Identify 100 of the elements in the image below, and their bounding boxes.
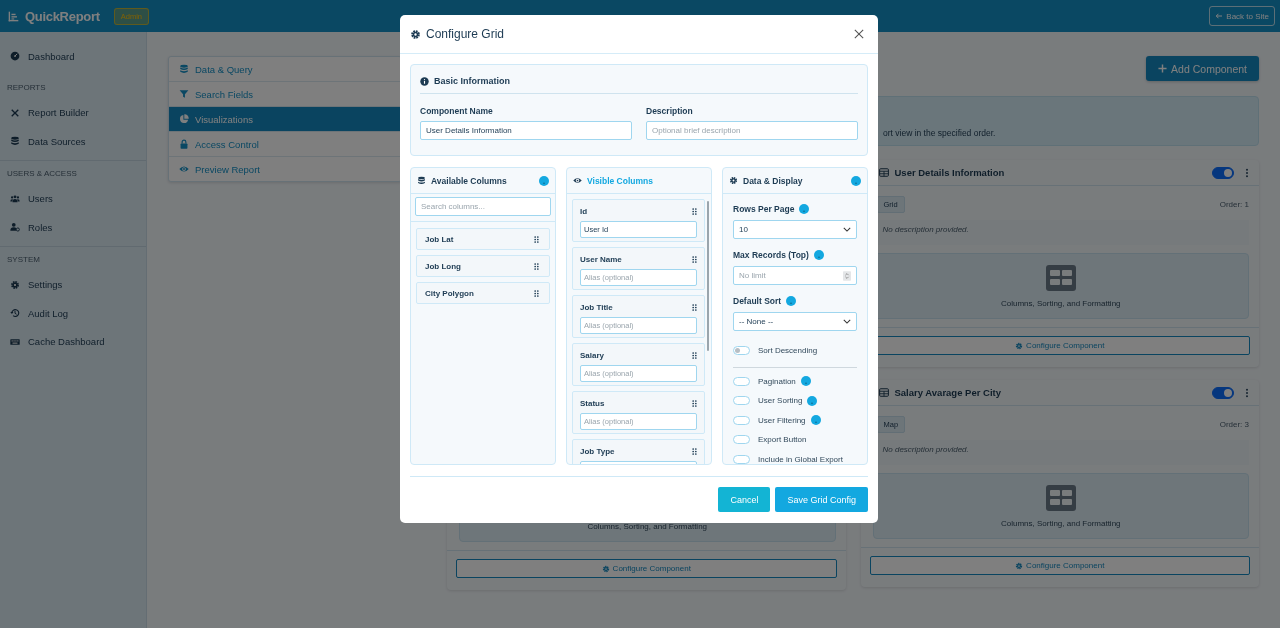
- help-icon[interactable]: [851, 175, 861, 186]
- keyboard-icon: [10, 336, 20, 347]
- drag-handle-icon[interactable]: [692, 399, 697, 407]
- help-icon[interactable]: [799, 204, 810, 214]
- plus-icon: [1158, 64, 1168, 73]
- sidebar-heading: SYSTEM: [6, 253, 41, 266]
- drag-handle-icon[interactable]: [692, 255, 697, 263]
- back-button[interactable]: Back to Site: [1209, 6, 1275, 26]
- table-icon: [1045, 485, 1076, 511]
- tab[interactable]: Visualizations: [169, 107, 401, 132]
- configure-button[interactable]: Configure Component: [869, 556, 1250, 575]
- option-label: User Filtering: [758, 415, 806, 425]
- cancel-button[interactable]: Cancel: [718, 487, 771, 512]
- gear-icon: [1015, 341, 1024, 350]
- help-icon[interactable]: [539, 175, 549, 186]
- drag-handle-icon[interactable]: [534, 262, 539, 270]
- table-icon: [878, 168, 889, 177]
- pie-chart-icon: [179, 114, 189, 124]
- tab[interactable]: Preview Report: [169, 157, 401, 181]
- eye-icon: [179, 164, 189, 174]
- sidebar-item[interactable]: Audit Log: [0, 299, 146, 328]
- help-icon[interactable]: [807, 395, 818, 406]
- users-icon: [10, 193, 20, 204]
- drag-handle-icon[interactable]: [534, 235, 539, 243]
- banner-text: ort view in the specified order.: [883, 128, 996, 138]
- number-field[interactable]: No limit: [733, 266, 857, 285]
- sidebar-item[interactable]: Roles: [0, 213, 146, 242]
- more-options-icon[interactable]: [1245, 387, 1249, 398]
- app-logo-text: QuickReport: [25, 8, 100, 24]
- column-item[interactable]: Job Lat: [416, 228, 550, 250]
- user-badge-icon: [10, 222, 20, 233]
- caret-icon: [843, 227, 851, 232]
- add-component-button[interactable]: Add Component: [1146, 56, 1259, 81]
- sidebar-item[interactable]: Report Builder: [0, 98, 146, 127]
- option-label: Pagination: [758, 376, 796, 386]
- input-field[interactable]: User Details Information: [420, 121, 632, 140]
- toggle-switch[interactable]: [1212, 166, 1234, 179]
- close-icon[interactable]: [854, 29, 864, 39]
- dialog-title: Configure Grid: [426, 27, 506, 41]
- preview-caption: Columns, Sorting, and Formatting: [1000, 299, 1121, 308]
- option-label: Include in Global Export: [758, 454, 843, 464]
- gear-icon: [729, 176, 738, 185]
- gear-icon: [10, 279, 20, 290]
- select-field[interactable]: 10: [733, 220, 857, 239]
- order-label: Order: 1: [1219, 199, 1249, 209]
- toggle-switch[interactable]: [1212, 386, 1234, 399]
- option-label: Export Button: [758, 435, 807, 445]
- column-item[interactable]: Job Type: [572, 439, 705, 464]
- database-icon: [179, 64, 189, 74]
- sidebar-heading: USERS & ACCESS: [6, 167, 78, 180]
- field-label: Max Records (Top): [733, 250, 809, 260]
- column-name: Id: [580, 206, 588, 216]
- configure-button[interactable]: Configure Component: [456, 559, 837, 578]
- section-heading: Basic Information: [434, 76, 510, 86]
- search-field[interactable]: Search columns...: [415, 197, 551, 216]
- select-field[interactable]: -- None --: [733, 312, 857, 331]
- help-icon[interactable]: [813, 250, 824, 260]
- column-name: Job Lat: [425, 234, 454, 244]
- help-icon[interactable]: [800, 376, 811, 387]
- sidebar-item[interactable]: Dashboard: [0, 42, 146, 71]
- help-icon[interactable]: [810, 415, 821, 426]
- drag-handle-icon[interactable]: [692, 351, 697, 359]
- drag-handle-icon[interactable]: [692, 303, 697, 311]
- panel-title: Visible Columns: [587, 175, 654, 186]
- eye-icon: [573, 176, 582, 185]
- column-name: Salary: [580, 350, 605, 360]
- gauge-icon: [10, 51, 20, 62]
- more-options-icon[interactable]: [1245, 167, 1249, 178]
- sidebar-heading: REPORTS: [6, 81, 47, 94]
- gear-icon: [601, 564, 610, 573]
- drag-handle-icon[interactable]: [692, 207, 697, 215]
- column-name: City Polygon: [425, 288, 474, 298]
- database-icon: [417, 176, 426, 185]
- column-item[interactable]: City Polygon: [416, 282, 550, 304]
- option-label: User Sorting: [758, 396, 803, 406]
- database-icon: [10, 136, 20, 147]
- info-icon: [420, 76, 429, 86]
- drag-handle-icon[interactable]: [534, 289, 539, 297]
- filter-icon: [179, 89, 189, 99]
- save-button[interactable]: Save Grid Config: [775, 487, 868, 512]
- scrollbar[interactable]: [707, 201, 709, 351]
- table-icon: [1045, 265, 1076, 291]
- column-name: Job Type: [580, 446, 615, 456]
- help-icon[interactable]: [786, 296, 797, 306]
- caret-icon: [843, 319, 851, 324]
- drag-handle-icon[interactable]: [692, 447, 697, 455]
- sidebar-item[interactable]: Cache Dashboard: [0, 327, 146, 356]
- order-label: Order: 3: [1219, 419, 1249, 429]
- sidebar-item[interactable]: Settings: [0, 270, 146, 299]
- lock-icon: [179, 139, 189, 149]
- card-title: User Details Information: [894, 167, 1006, 178]
- column-name: User Name: [580, 254, 622, 264]
- column-item[interactable]: Job Long: [416, 255, 550, 277]
- spinner-icon[interactable]: [843, 270, 851, 281]
- field-label: Rows Per Page: [733, 204, 795, 214]
- input-field[interactable]: Optional brief description: [646, 121, 858, 140]
- column-name: Status: [580, 398, 605, 408]
- sidebar-item[interactable]: Users: [0, 184, 146, 213]
- gear-icon: [410, 28, 421, 40]
- sidebar-item[interactable]: Data Sources: [0, 127, 146, 156]
